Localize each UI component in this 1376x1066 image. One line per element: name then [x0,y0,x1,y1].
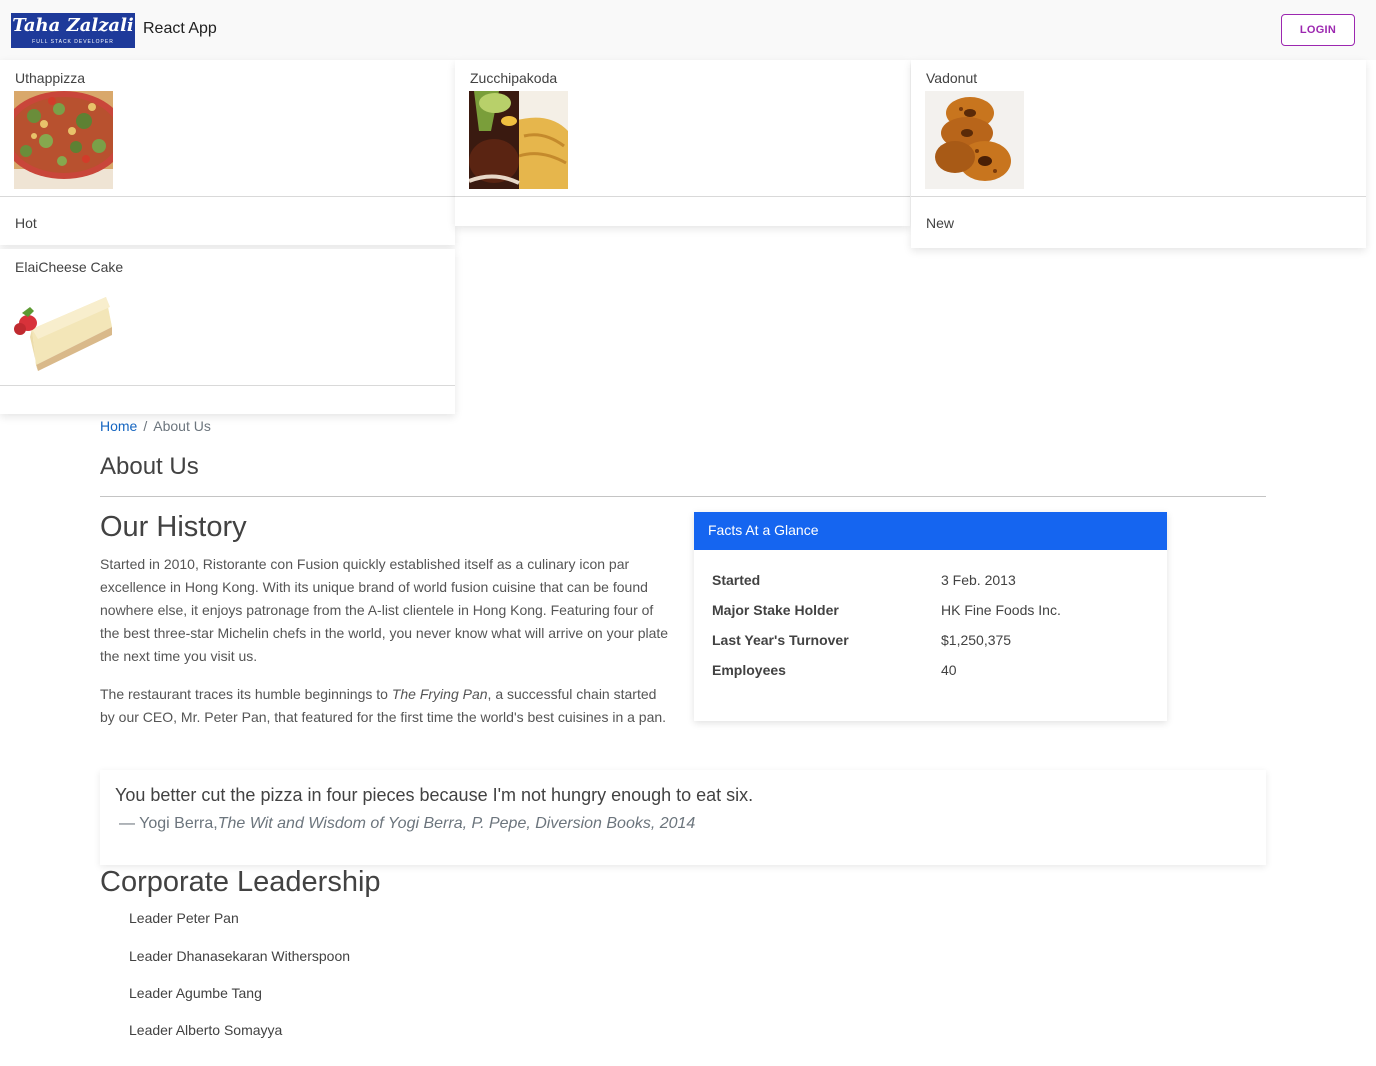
app-title: React App [143,20,217,37]
dish-card-elaicheese-cake[interactable]: ElaiCheese Cake [0,249,455,414]
history-paragraph-2: The restaurant traces its humble beginni… [100,683,675,729]
dish-card-vadonut[interactable]: Vadonut New [911,60,1366,248]
pakoda-image [469,91,568,189]
dish-name: ElaiCheese Cake [15,259,124,275]
dish-name: Zucchipakoda [470,70,558,86]
fact-value-employees: 40 [941,662,957,678]
leader-item: Leader Alberto Somayya [129,1022,283,1038]
card-divider [911,196,1366,197]
app-bar: Taha Zalzali FULL STACK DEVELOPER React … [0,0,1376,60]
fact-value-stake-holder: HK Fine Foods Inc. [941,602,1061,618]
history-heading: Our History [100,511,247,543]
fact-key-turnover: Last Year's Turnover [712,632,849,648]
history-paragraph-1: Started in 2010, Ristorante con Fusion q… [100,556,669,664]
login-button[interactable]: LOGIN [1281,14,1355,46]
leader-item: Leader Peter Pan [129,910,239,926]
cheesecake-image [14,287,113,385]
fact-key-employees: Employees [712,662,786,678]
dish-name: Uthappizza [15,70,86,86]
quote-text: You better cut the pizza in four pieces … [115,785,754,805]
quote-source: The Wit and Wisdom of Yogi Berra, P. Pep… [217,815,696,832]
quote-card: You better cut the pizza in four pieces … [100,770,1266,865]
leadership-heading: Corporate Leadership [100,866,381,898]
fact-value-started: 3 Feb. 2013 [941,572,1016,588]
leader-item: Leader Agumbe Tang [129,985,262,1001]
dish-card-zucchipakoda[interactable]: Zucchipakoda [455,60,910,226]
card-divider [0,196,455,197]
dish-card-uthappizza[interactable]: Uthappizza Hot [0,60,455,245]
facts-card: Facts At a Glance Started 3 Feb. 2013 Ma… [694,512,1167,721]
breadcrumb: Home / About Us [100,418,211,434]
card-divider [0,385,455,386]
fact-value-turnover: $1,250,375 [941,632,1012,648]
page-title: About Us [100,453,199,480]
history-para2-text: The restaurant traces its humble beginni… [100,686,392,702]
dish-label: Hot [15,215,37,231]
history-para2-restaurant-name: The Frying Pan [391,686,488,702]
leader-item: Leader Dhanasekaran Witherspoon [129,948,351,964]
quote-author: — Yogi Berra, [119,815,218,832]
breadcrumb-separator: / [143,418,148,434]
donut-image [925,91,1024,189]
fact-key-started: Started [712,572,761,588]
pizza-image [14,91,113,189]
dish-name: Vadonut [926,70,978,86]
facts-header: Facts At a Glance [694,512,1167,550]
fact-key-stake-holder: Major Stake Holder [712,602,839,618]
logo-name: Taha Zalzali [12,15,134,36]
quote-citation: — Yogi Berra,The Wit and Wisdom of Yogi … [119,815,695,833]
dish-label: New [926,215,955,231]
logo-tagline: FULL STACK DEVELOPER [32,39,114,45]
breadcrumb-home-link[interactable]: Home [100,418,137,434]
breadcrumb-current: About Us [153,418,211,434]
brand-logo[interactable]: Taha Zalzali FULL STACK DEVELOPER [11,13,135,48]
title-divider [100,496,1266,497]
card-divider [455,196,910,197]
